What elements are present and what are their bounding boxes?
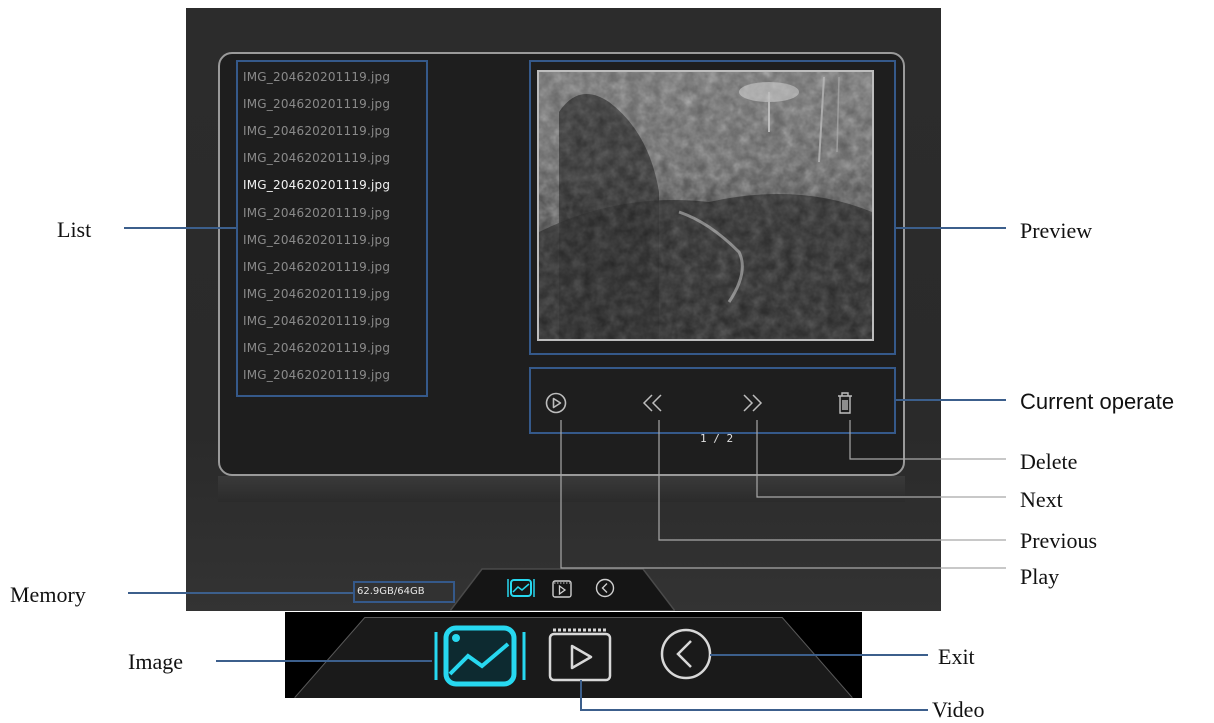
callout-previous: Previous [1020, 528, 1097, 553]
callout-video: Video [932, 697, 985, 722]
callout-lines [124, 227, 1006, 711]
callout-memory: Memory [10, 582, 86, 607]
callout-next: Next [1020, 487, 1063, 512]
callout-delete: Delete [1020, 449, 1078, 474]
callout-preview: Preview [1020, 218, 1093, 243]
callout-image: Image [128, 649, 183, 674]
callout-current-operate: Current operate [1020, 389, 1175, 414]
callout-list: List [57, 217, 92, 242]
callout-exit: Exit [938, 644, 975, 669]
callout-play: Play [1020, 564, 1060, 589]
